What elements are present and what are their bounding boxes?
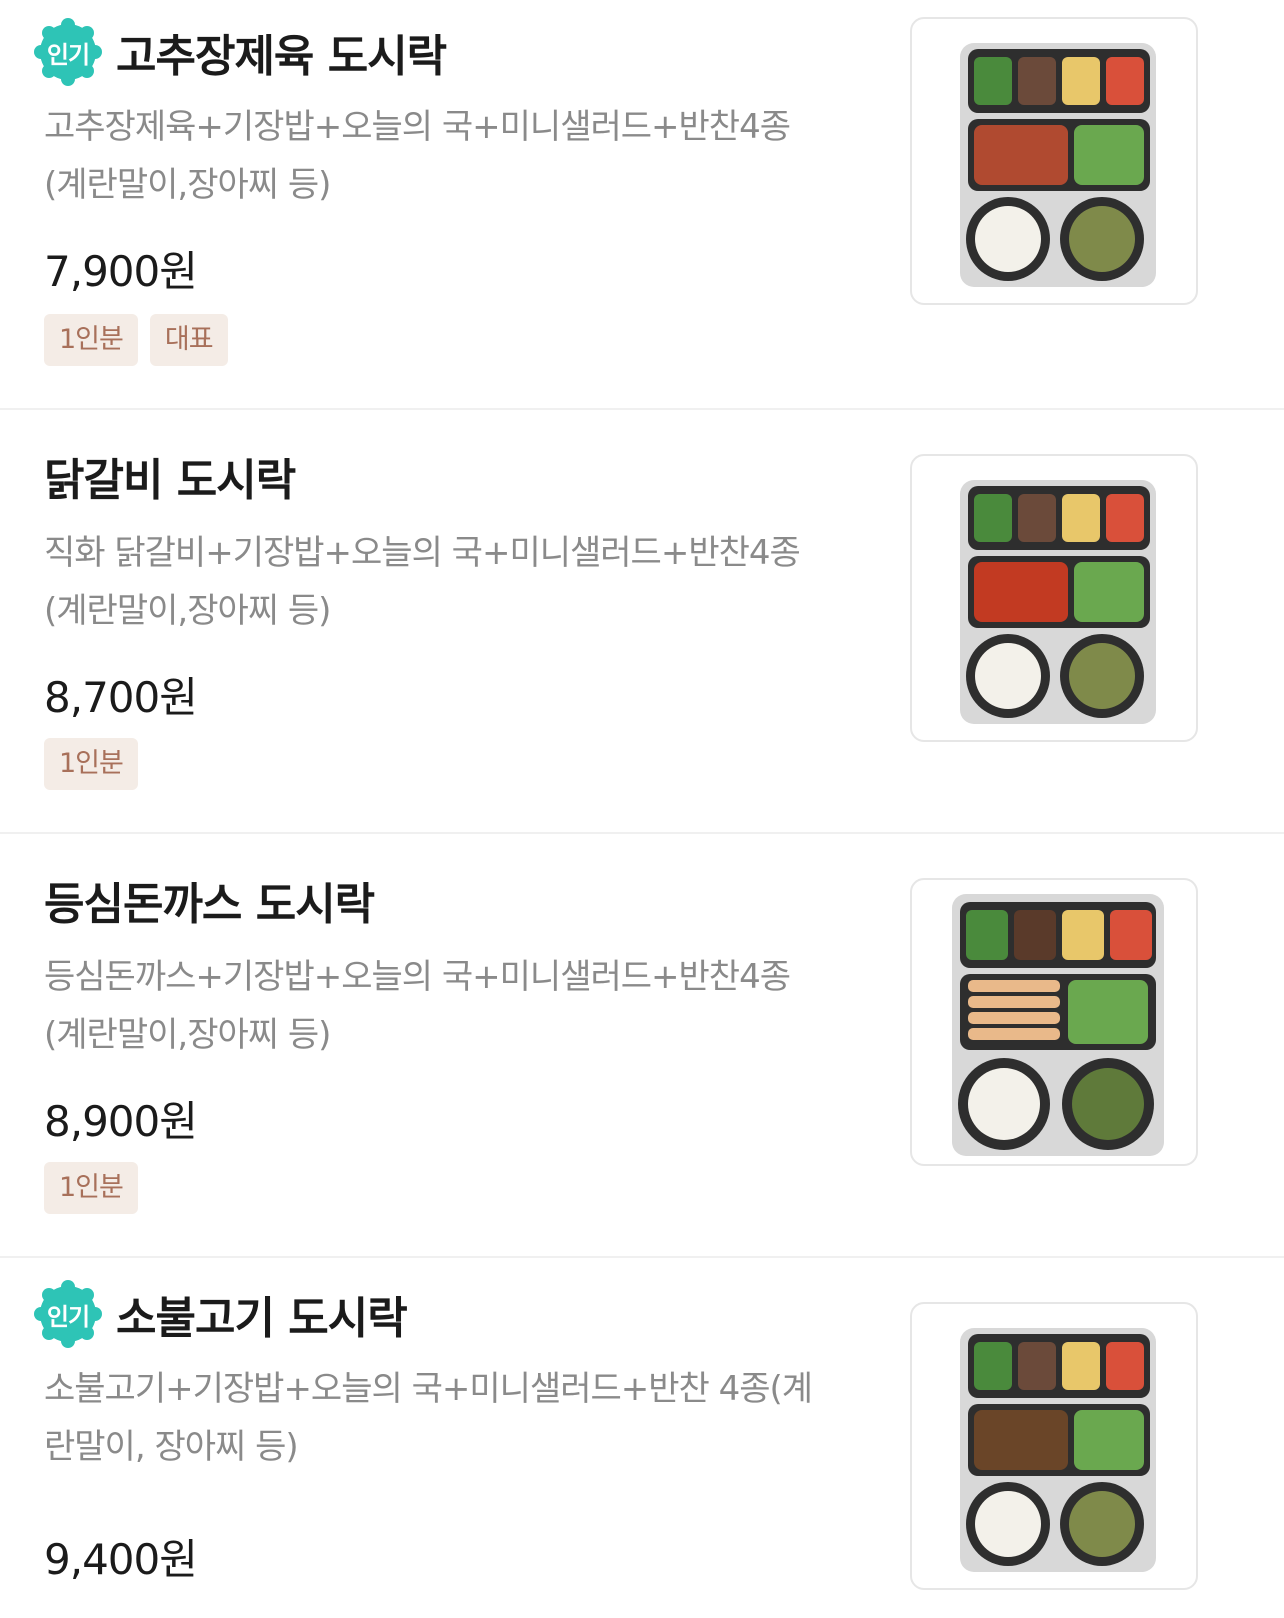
- title-row: 인기 고추장제육 도시락: [34, 18, 447, 86]
- menu-item-name: 소불고기 도시락: [116, 1293, 408, 1344]
- tag-list: 1인분 대표: [44, 314, 228, 366]
- menu-item-price: 9,400원: [44, 1535, 198, 1584]
- description-line-2: 란말이, 장아찌 등): [44, 1427, 299, 1467]
- menu-item[interactable]: 닭갈비 도시락 직화 닭갈비+기장밥+오늘의 국+미니샐러드+반찬4종 (계란말…: [0, 410, 1284, 834]
- popular-badge-label: 인기: [46, 1302, 90, 1331]
- menu-item-price: 8,700원: [44, 673, 198, 722]
- popular-badge: 인기: [34, 18, 102, 86]
- tag-list: 1인분: [44, 1162, 138, 1214]
- description-line-2: (계란말이,장아찌 등): [44, 165, 331, 205]
- menu-item-price: 7,900원: [44, 247, 198, 296]
- menu-item-name: 등심돈까스 도시락: [44, 879, 375, 930]
- tag-list: 1인분: [44, 738, 138, 790]
- tag-signature: 대표: [149, 314, 228, 366]
- menu-item-name: 닭갈비 도시락: [44, 455, 296, 506]
- menu-item-description: 소불고기+기장밥+오늘의 국+미니샐러드+반찬 4종(계 란말이, 장아찌 등): [44, 1360, 884, 1476]
- menu-list: 인기 고추장제육 도시락 고추장제육+기장밥+오늘의 국+미니샐러드+반찬4종 …: [0, 0, 1284, 1618]
- description-line-1: 직화 닭갈비+기장밥+오늘의 국+미니샐러드+반찬4종: [44, 533, 801, 573]
- lunchbox-pork-cutlet-icon[interactable]: [910, 878, 1198, 1166]
- menu-item-description: 고추장제육+기장밥+오늘의 국+미니샐러드+반찬4종 (계란말이,장아찌 등): [44, 98, 884, 214]
- popular-badge: 인기: [34, 1280, 102, 1348]
- tag-serving: 1인분: [44, 738, 138, 790]
- lunchbox-spicy-pork-icon[interactable]: [910, 17, 1198, 305]
- menu-item[interactable]: 인기 소불고기 도시락 소불고기+기장밥+오늘의 국+미니샐러드+반찬 4종(계…: [0, 1258, 1284, 1618]
- lunchbox-dakgalbi-icon[interactable]: [910, 454, 1198, 742]
- tag-serving: 1인분: [44, 314, 138, 366]
- title-row: 닭갈비 도시락: [44, 444, 296, 508]
- description-line-1: 고추장제육+기장밥+오늘의 국+미니샐러드+반찬4종: [44, 107, 791, 147]
- title-row: 인기 소불고기 도시락: [34, 1280, 408, 1348]
- description-line-1: 등심돈까스+기장밥+오늘의 국+미니샐러드+반찬4종: [44, 957, 791, 997]
- lunchbox-bulgogi-icon[interactable]: [910, 1302, 1198, 1590]
- popular-badge-label: 인기: [46, 40, 90, 69]
- menu-item[interactable]: 등심돈까스 도시락 등심돈까스+기장밥+오늘의 국+미니샐러드+반찬4종 (계란…: [0, 834, 1284, 1258]
- description-line-1: 소불고기+기장밥+오늘의 국+미니샐러드+반찬 4종(계: [44, 1369, 813, 1409]
- menu-item-description: 직화 닭갈비+기장밥+오늘의 국+미니샐러드+반찬4종 (계란말이,장아찌 등): [44, 524, 884, 640]
- menu-item[interactable]: 인기 고추장제육 도시락 고추장제육+기장밥+오늘의 국+미니샐러드+반찬4종 …: [0, 0, 1284, 410]
- tag-serving: 1인분: [44, 1162, 138, 1214]
- description-line-2: (계란말이,장아찌 등): [44, 1015, 331, 1055]
- description-line-2: (계란말이,장아찌 등): [44, 591, 331, 631]
- title-row: 등심돈까스 도시락: [44, 868, 375, 932]
- menu-item-price: 8,900원: [44, 1097, 198, 1146]
- menu-item-description: 등심돈까스+기장밥+오늘의 국+미니샐러드+반찬4종 (계란말이,장아찌 등): [44, 948, 884, 1064]
- menu-item-name: 고추장제육 도시락: [116, 31, 447, 82]
